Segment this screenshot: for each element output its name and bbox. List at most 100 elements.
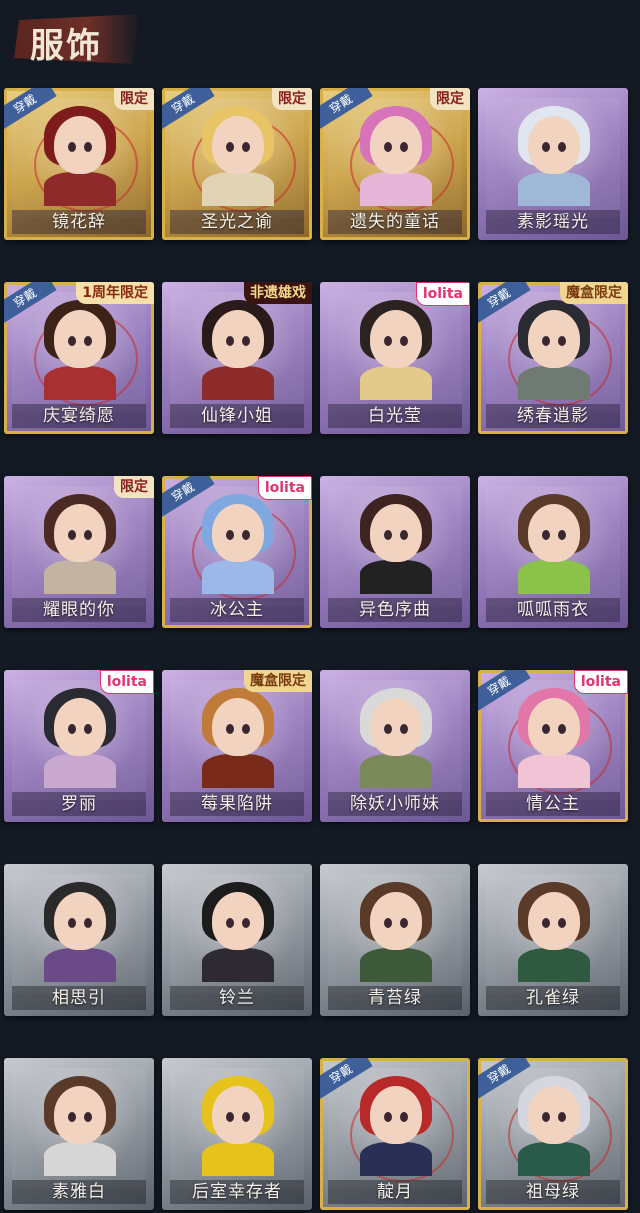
portrait-eye: [226, 142, 234, 152]
portrait-eye: [226, 724, 234, 734]
character-portrait: [39, 1076, 119, 1176]
costume-card[interactable]: 素雅白: [4, 1058, 154, 1210]
header: 服饰: [0, 0, 640, 80]
character-portrait: [355, 300, 435, 400]
corner-badge: 1周年限定: [76, 282, 154, 304]
costume-card[interactable]: 仙锋小姐 非遗雄戏: [162, 282, 312, 434]
portrait-eye: [226, 918, 234, 928]
costume-name: 白光莹: [368, 406, 422, 426]
portrait-eye: [384, 142, 392, 152]
corner-badge: lolita: [573, 670, 628, 694]
character-portrait: [355, 1076, 435, 1176]
portrait-outfit: [518, 366, 590, 400]
character-portrait: [513, 1076, 593, 1176]
costume-name: 庆宴绮愿: [43, 406, 115, 426]
portrait-eye: [558, 1112, 566, 1122]
costume-card[interactable]: 冰公主 lolita 穿戴: [162, 476, 312, 628]
portrait-outfit: [202, 754, 274, 788]
costume-card[interactable]: 莓果陷阱 魔盒限定: [162, 670, 312, 822]
portrait-face: [370, 504, 422, 562]
costume-name: 除妖小师妹: [350, 794, 440, 814]
costume-card[interactable]: 靛月 穿戴: [320, 1058, 470, 1210]
portrait-face: [528, 1086, 580, 1144]
portrait-outfit: [360, 560, 432, 594]
costume-card[interactable]: 呱呱雨衣: [478, 476, 628, 628]
portrait-outfit: [44, 754, 116, 788]
portrait-face: [212, 116, 264, 174]
costume-card[interactable]: 相思引: [4, 864, 154, 1016]
costume-name: 素影瑶光: [517, 212, 589, 232]
costume-card[interactable]: 庆宴绮愿 1周年限定 穿戴: [4, 282, 154, 434]
portrait-eye: [226, 530, 234, 540]
character-portrait: [355, 494, 435, 594]
costume-name: 罗丽: [61, 794, 97, 814]
portrait-face: [212, 698, 264, 756]
character-portrait: [355, 688, 435, 788]
portrait-eye: [226, 1112, 234, 1122]
costume-card[interactable]: 遗失的童话 限定 穿戴: [320, 88, 470, 240]
costume-card[interactable]: 青苔绿: [320, 864, 470, 1016]
character-portrait: [355, 882, 435, 982]
portrait-eye: [242, 918, 250, 928]
costume-name: 孔雀绿: [526, 988, 580, 1008]
portrait-eye: [68, 530, 76, 540]
portrait-face: [370, 116, 422, 174]
portrait-face: [528, 504, 580, 562]
corner-badge: lolita: [99, 670, 154, 694]
page-title: 服饰: [30, 26, 102, 66]
character-portrait: [39, 300, 119, 400]
costume-card[interactable]: 祖母绿 穿戴: [478, 1058, 628, 1210]
costume-card[interactable]: 白光莹 lolita: [320, 282, 470, 434]
costume-card[interactable]: 罗丽 lolita: [4, 670, 154, 822]
costume-name: 靛月: [377, 1182, 413, 1202]
costume-card[interactable]: 铃兰: [162, 864, 312, 1016]
costume-card[interactable]: 素影瑶光: [478, 88, 628, 240]
corner-badge: 魔盒限定: [560, 282, 628, 304]
portrait-outfit: [518, 948, 590, 982]
costume-card[interactable]: 后室幸存者: [162, 1058, 312, 1210]
costume-card[interactable]: 圣光之谕 限定 穿戴: [162, 88, 312, 240]
costume-name: 绣春逍影: [517, 406, 589, 426]
portrait-eye: [384, 530, 392, 540]
corner-badge: 限定: [114, 88, 154, 110]
costume-card[interactable]: 异色序曲: [320, 476, 470, 628]
portrait-outfit: [518, 172, 590, 206]
portrait-eye: [242, 530, 250, 540]
costume-name: 祖母绿: [526, 1182, 580, 1202]
character-portrait: [513, 688, 593, 788]
costume-name: 相思引: [52, 988, 106, 1008]
portrait-eye: [400, 724, 408, 734]
portrait-eye: [84, 530, 92, 540]
portrait-face: [212, 310, 264, 368]
portrait-face: [54, 698, 106, 756]
costume-card[interactable]: 除妖小师妹: [320, 670, 470, 822]
costume-name: 铃兰: [219, 988, 255, 1008]
portrait-face: [212, 504, 264, 562]
character-portrait: [513, 882, 593, 982]
portrait-face: [370, 310, 422, 368]
costume-card[interactable]: 绣春逍影 魔盒限定 穿戴: [478, 282, 628, 434]
portrait-eye: [542, 724, 550, 734]
character-portrait: [39, 106, 119, 206]
portrait-outfit: [518, 560, 590, 594]
costume-card[interactable]: 情公主 lolita 穿戴: [478, 670, 628, 822]
portrait-eye: [68, 142, 76, 152]
character-portrait: [513, 106, 593, 206]
costume-name: 镜花辞: [52, 212, 106, 232]
costume-card[interactable]: 孔雀绿: [478, 864, 628, 1016]
costume-card[interactable]: 耀眼的你 限定: [4, 476, 154, 628]
portrait-outfit: [202, 1142, 274, 1176]
portrait-eye: [384, 918, 392, 928]
portrait-outfit: [360, 948, 432, 982]
portrait-outfit: [44, 1142, 116, 1176]
portrait-outfit: [360, 172, 432, 206]
portrait-outfit: [518, 1142, 590, 1176]
costume-name: 情公主: [526, 794, 580, 814]
portrait-eye: [68, 336, 76, 346]
costume-name: 素雅白: [52, 1182, 106, 1202]
character-portrait: [513, 494, 593, 594]
portrait-eye: [558, 918, 566, 928]
costume-card[interactable]: 镜花辞 限定 穿戴: [4, 88, 154, 240]
portrait-outfit: [202, 172, 274, 206]
portrait-eye: [242, 336, 250, 346]
